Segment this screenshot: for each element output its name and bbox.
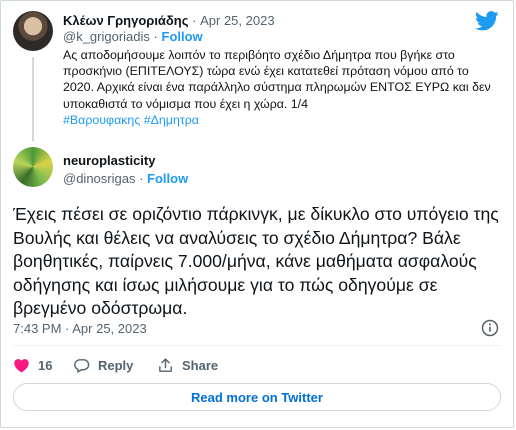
like-button[interactable]: 16	[13, 357, 52, 374]
separator-dot: ·	[192, 13, 197, 28]
tweet-timestamp[interactable]: 7:43 PM · Apr 25, 2023	[13, 321, 147, 336]
like-count: 16	[38, 358, 53, 373]
parent-tweet-header: Κλέων Γρηγοριάδης · Apr 25, 2023	[63, 13, 275, 28]
info-icon[interactable]	[481, 319, 499, 337]
reply-icon	[74, 359, 90, 374]
divider	[13, 345, 501, 346]
author-handle[interactable]: @dinosrigas	[63, 171, 135, 186]
thread-connector-line	[32, 57, 34, 141]
main-tweet-text: Έχεις πέσει σε οριζόντιο πάρκινγκ, με δί…	[13, 204, 499, 318]
parent-tweet-subheader: @k_grigoriadis · Follow	[63, 29, 203, 44]
avatar[interactable]	[13, 147, 53, 187]
reply-button[interactable]: Reply	[73, 357, 133, 374]
hashtag-link[interactable]: #Βαρουφακης	[63, 113, 140, 127]
read-more-label: Read more on Twitter	[191, 389, 323, 405]
share-icon	[159, 358, 172, 372]
separator-dot: ·	[153, 29, 158, 44]
tweet-text: Ας αποδομήσουμε λοιπόν το περιβόητο σχέδ…	[63, 48, 491, 111]
read-more-button[interactable]: Read more on Twitter	[13, 383, 501, 411]
author-name[interactable]: Κλέων Γρηγοριάδης	[63, 13, 189, 28]
tweet-date[interactable]: Apr 25, 2023	[200, 13, 274, 28]
parent-tweet-text: Ας αποδομήσουμε λοιπόν το περιβόητο σχέδ…	[63, 47, 493, 128]
main-tweet-subheader: @dinosrigas · Follow	[63, 171, 188, 186]
separator-dot: ·	[139, 171, 144, 186]
share-label: Share	[182, 358, 219, 373]
follow-button[interactable]: Follow	[147, 171, 188, 186]
author-handle[interactable]: @k_grigoriadis	[63, 29, 150, 44]
hashtag-link[interactable]: #Δημητρα	[144, 113, 199, 127]
follow-button[interactable]: Follow	[162, 29, 203, 44]
avatar[interactable]	[13, 11, 53, 51]
author-name[interactable]: neuroplasticity	[63, 153, 155, 168]
share-button[interactable]: Share	[157, 357, 218, 374]
heart-icon	[14, 359, 29, 373]
twitter-logo-icon[interactable]	[475, 11, 499, 31]
reply-label: Reply	[98, 358, 134, 373]
tweet-embed-card: Κλέων Γρηγοριάδης · Apr 25, 2023 @k_grig…	[0, 0, 514, 428]
hashtag-list: #Βαρουφακης #Δημητρα	[63, 112, 493, 128]
